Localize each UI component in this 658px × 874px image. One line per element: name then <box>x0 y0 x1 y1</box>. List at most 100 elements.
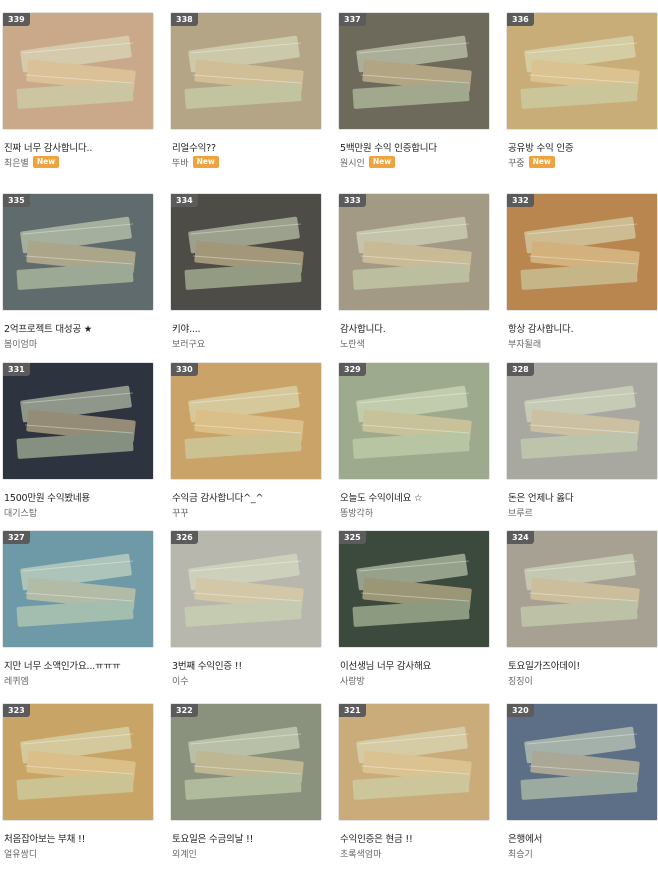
money-photo-icon <box>507 13 657 129</box>
money-photo-icon <box>507 363 657 479</box>
post-thumbnail[interactable]: 320 <box>506 703 658 821</box>
post-thumbnail[interactable]: 323 <box>2 703 154 821</box>
post-thumbnail[interactable]: 334 <box>170 193 322 311</box>
post-meta: 최승기 <box>508 846 533 860</box>
money-photo-icon <box>171 704 321 820</box>
money-photo-icon <box>171 363 321 479</box>
money-photo-icon <box>507 531 657 647</box>
post-meta: 꾸중 New <box>508 155 555 169</box>
post-thumbnail[interactable]: 330 <box>170 362 322 480</box>
money-photo-icon <box>3 194 153 310</box>
post-title[interactable]: 3번째 수익인증 !! <box>172 658 322 672</box>
new-badge: New <box>528 156 555 168</box>
post-meta: 외계인 <box>172 846 197 860</box>
post-thumbnail[interactable]: 331 <box>2 362 154 480</box>
post-title[interactable]: 수익인증은 현금 !! <box>340 831 490 845</box>
post-author: 원시인 <box>340 158 365 169</box>
post-meta: 브루르 <box>508 505 533 519</box>
post-title[interactable]: 수익금 감사합니다^_^ <box>172 490 322 504</box>
money-photo-icon <box>339 704 489 820</box>
post-title[interactable]: 2억프로젝트 대성공 ★ <box>4 321 154 335</box>
post-thumbnail[interactable]: 329 <box>338 362 490 480</box>
post-title[interactable]: 처음잡아보는 부채 !! <box>4 831 154 845</box>
post-author: 얼유쌍디 <box>4 849 38 860</box>
post-thumbnail[interactable]: 332 <box>506 193 658 311</box>
post-author: 똥방각하 <box>340 508 374 519</box>
post-thumbnail[interactable]: 324 <box>506 530 658 648</box>
post-thumbnail[interactable]: 322 <box>170 703 322 821</box>
post-title[interactable]: 이선생님 너무 감사해요 <box>340 658 490 672</box>
post-number-badge: 322 <box>171 704 198 717</box>
post-number-badge: 320 <box>507 704 534 717</box>
post-title[interactable]: 진짜 너무 감사합니다.. <box>4 140 154 154</box>
post-number-badge: 339 <box>3 13 30 26</box>
post-number-badge: 334 <box>171 194 198 207</box>
post-thumbnail[interactable]: 326 <box>170 530 322 648</box>
post-meta: 원시인 New <box>340 155 396 169</box>
money-photo-icon <box>171 531 321 647</box>
money-photo-icon <box>171 194 321 310</box>
post-author: 꾸중 <box>508 158 525 169</box>
money-photo-icon <box>507 704 657 820</box>
money-photo-icon <box>3 13 153 129</box>
post-author: 꾸꾸 <box>172 508 189 519</box>
post-meta: 똥방각하 <box>340 505 373 519</box>
post-number-badge: 327 <box>3 531 30 544</box>
money-photo-icon <box>339 194 489 310</box>
post-title[interactable]: 5백만원 수익 인증합니다 <box>340 140 490 154</box>
post-author: 최승기 <box>508 849 533 860</box>
money-photo-icon <box>3 363 153 479</box>
post-meta: 얼유쌍디 <box>4 846 37 860</box>
post-meta: 노란색 <box>340 336 365 350</box>
new-badge: New <box>32 156 60 168</box>
post-title[interactable]: 공유방 수익 인증 <box>508 140 658 154</box>
post-number-badge: 323 <box>3 704 30 717</box>
post-title[interactable]: 토요일은 수금의날 !! <box>172 831 322 845</box>
post-author: 레퀴엠 <box>4 676 29 687</box>
post-meta: 대기스탑 <box>4 505 37 519</box>
post-author: 브루르 <box>508 508 533 519</box>
post-title[interactable]: 항상 감사합니다. <box>508 321 658 335</box>
post-number-badge: 329 <box>339 363 366 376</box>
post-number-badge: 332 <box>507 194 534 207</box>
post-thumbnail[interactable]: 336 <box>506 12 658 130</box>
post-thumbnail[interactable]: 339 <box>2 12 154 130</box>
post-title[interactable]: 1500만원 수익봤네용 <box>4 490 154 504</box>
post-author: 부자될래 <box>508 339 542 350</box>
post-title[interactable]: 지만 너무 소액인가요...ㅠㅠㅠ <box>4 658 154 672</box>
post-title[interactable]: 감사합니다. <box>340 321 490 335</box>
post-number-badge: 325 <box>339 531 366 544</box>
post-thumbnail[interactable]: 335 <box>2 193 154 311</box>
post-thumbnail[interactable]: 338 <box>170 12 322 130</box>
post-author: 이수 <box>172 676 189 687</box>
new-badge: New <box>368 156 396 168</box>
money-photo-icon <box>339 13 489 129</box>
post-thumbnail[interactable]: 328 <box>506 362 658 480</box>
post-title[interactable]: 리얼수익?? <box>172 140 322 154</box>
post-title[interactable]: 돈은 언제나 옳다 <box>508 490 658 504</box>
post-author: 노란색 <box>340 339 365 350</box>
post-meta: 부자될래 <box>508 336 541 350</box>
post-number-badge: 328 <box>507 363 534 376</box>
post-author: 외계인 <box>172 849 197 860</box>
post-thumbnail[interactable]: 325 <box>338 530 490 648</box>
money-photo-icon <box>171 13 321 129</box>
post-thumbnail[interactable]: 337 <box>338 12 490 130</box>
post-thumbnail[interactable]: 333 <box>338 193 490 311</box>
post-title[interactable]: 키야.... <box>172 321 322 335</box>
post-author: 뚜바 <box>172 158 189 169</box>
post-title[interactable]: 오늘도 수익이네요 ☆ <box>340 490 490 504</box>
post-thumbnail[interactable]: 327 <box>2 530 154 648</box>
post-meta: 봄이엄마 <box>4 336 37 350</box>
post-number-badge: 321 <box>339 704 366 717</box>
post-author: 사랑방 <box>340 676 365 687</box>
post-author: 최은별 <box>4 158 29 169</box>
post-title[interactable]: 토요일가즈아데이! <box>508 658 658 672</box>
post-meta: 뚜바 New <box>172 155 219 169</box>
post-title[interactable]: 은행에서 <box>508 831 658 845</box>
post-thumbnail[interactable]: 321 <box>338 703 490 821</box>
post-meta: 징징이 <box>508 673 533 687</box>
post-author: 봄이엄마 <box>4 339 38 350</box>
post-number-badge: 326 <box>171 531 198 544</box>
new-badge: New <box>192 156 219 168</box>
